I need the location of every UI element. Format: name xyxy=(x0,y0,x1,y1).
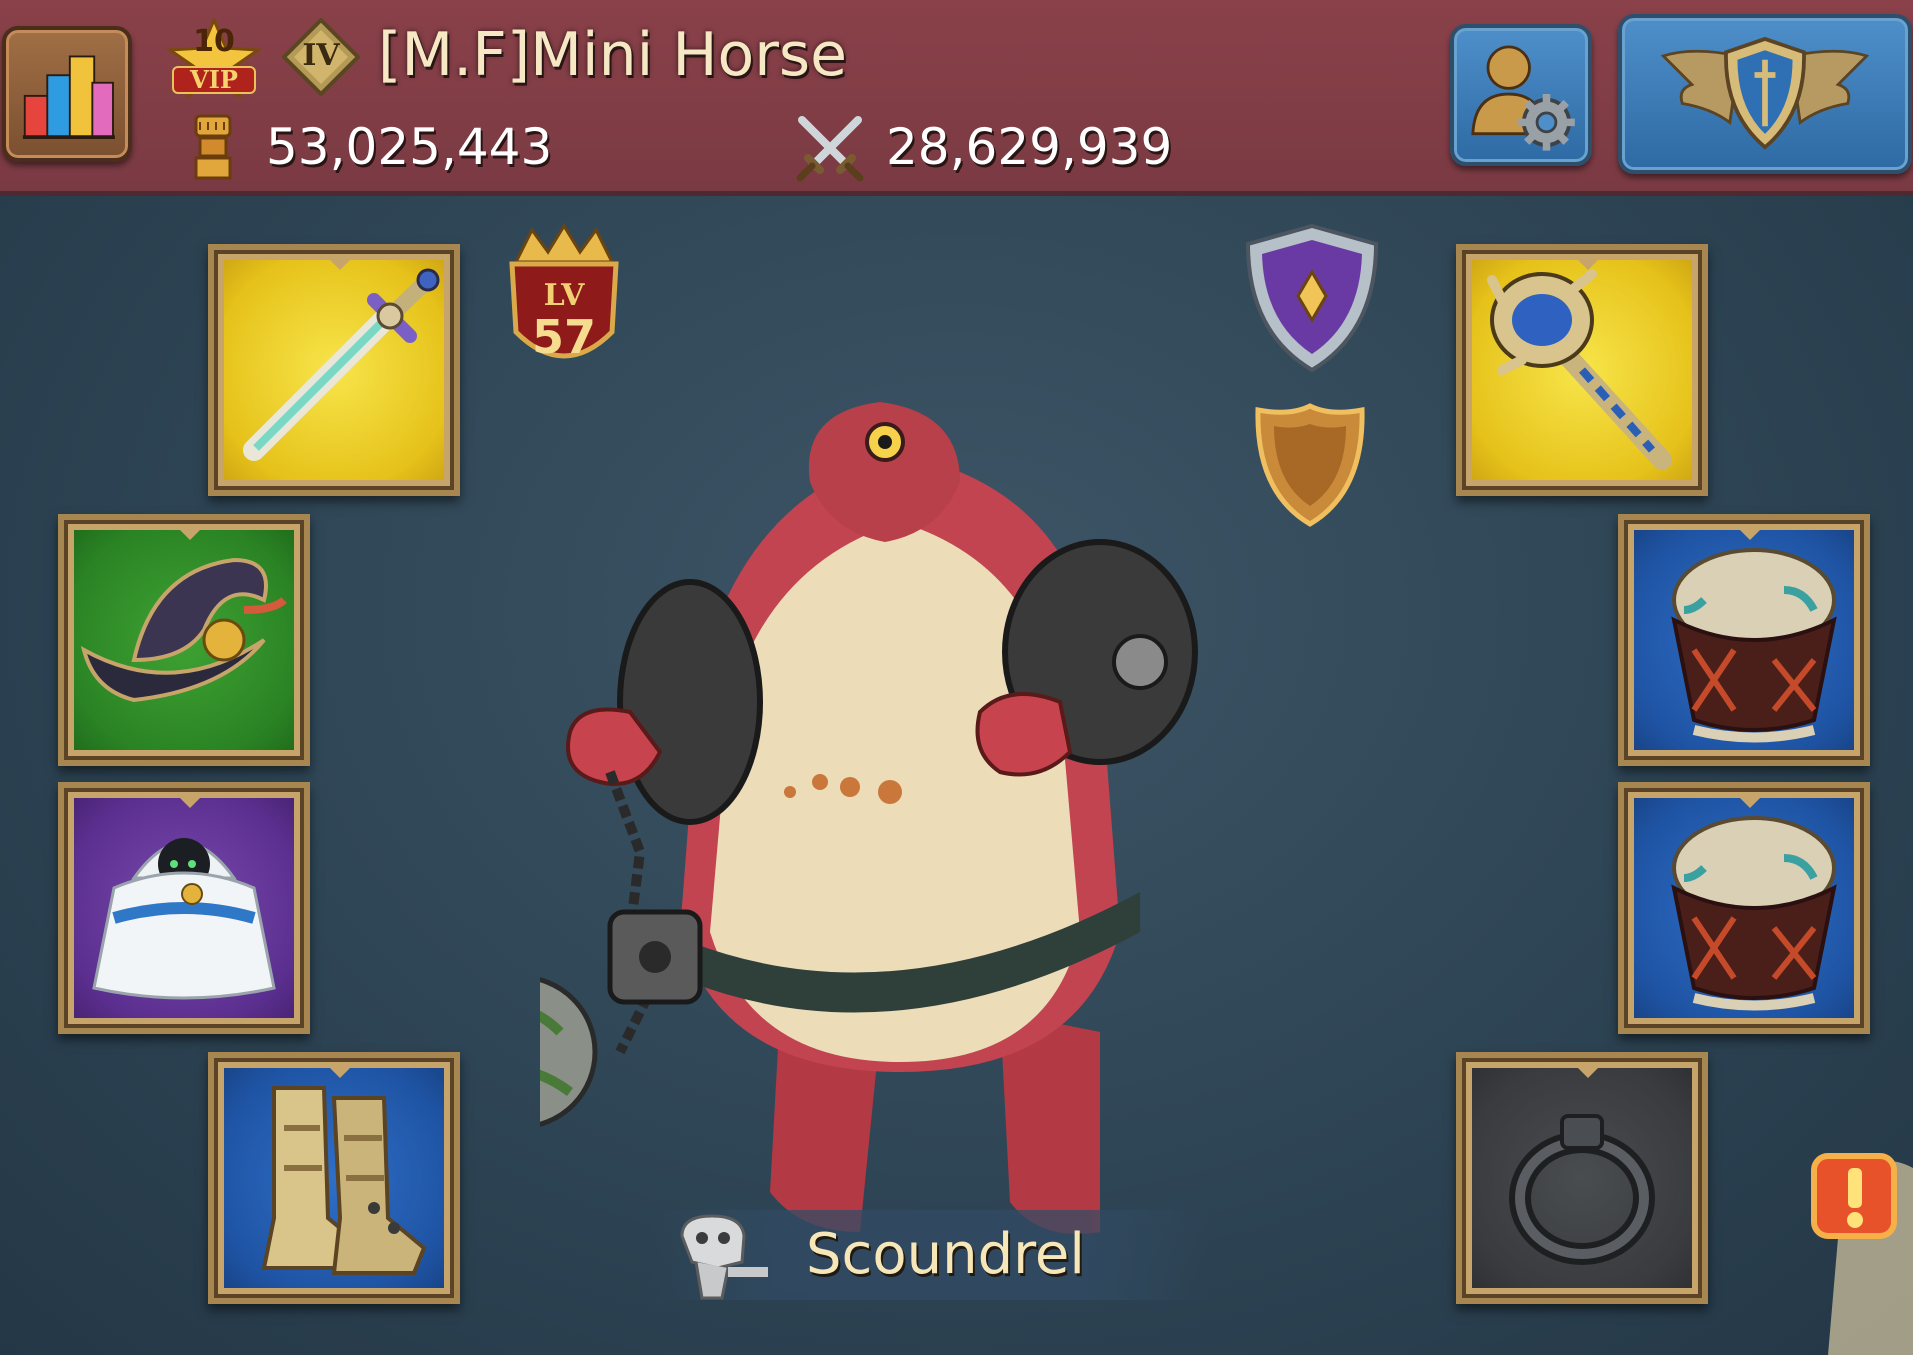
fist-icon xyxy=(194,114,232,180)
top-bar: 10 VIP IV [M.F]Mini Horse 53,025,443 28,… xyxy=(0,0,1913,196)
kills-value: 28,629,939 xyxy=(886,118,1173,176)
equip-slot-offhand[interactable] xyxy=(1456,244,1708,496)
skull-icon xyxy=(680,1214,768,1300)
equip-slot-accessory-2[interactable] xyxy=(1618,782,1870,1034)
mace-icon xyxy=(1487,269,1672,470)
guild-button[interactable] xyxy=(1618,14,1912,174)
equip-slot-chest[interactable] xyxy=(58,782,310,1034)
player-name: [M.F]Mini Horse xyxy=(378,20,848,90)
equip-slot-weapon[interactable] xyxy=(208,244,460,496)
equip-slot-boots[interactable] xyxy=(208,1052,460,1304)
boots-icon xyxy=(261,1086,427,1275)
hero-level-badge: LV 57 xyxy=(502,222,626,382)
witch-hat-icon xyxy=(80,557,287,703)
crossed-swords-icon xyxy=(796,116,864,182)
exclamation-icon[interactable] xyxy=(1808,1148,1913,1355)
winged-shield-icon xyxy=(1660,36,1870,150)
vip-label: VIP xyxy=(172,66,256,94)
purple-shield-icon[interactable] xyxy=(1242,222,1382,374)
hero-character[interactable] xyxy=(540,372,1300,1272)
stats-button[interactable] xyxy=(2,26,132,162)
war-drum-icon xyxy=(1671,548,1837,743)
rank-badge[interactable]: IV xyxy=(282,18,360,96)
equip-slot-accessory-1[interactable] xyxy=(1618,514,1870,766)
power-value: 53,025,443 xyxy=(266,118,553,176)
sword-icon xyxy=(243,268,440,461)
fur-cloak-icon xyxy=(92,838,276,1000)
vip-level: 10 xyxy=(193,24,235,59)
war-drum-icon xyxy=(1671,816,1837,1011)
equip-slot-ring[interactable] xyxy=(1456,1052,1708,1304)
rank-numeral: IV xyxy=(302,38,340,73)
vip-badge[interactable]: 10 VIP xyxy=(166,18,262,98)
level-number: 57 xyxy=(531,310,596,364)
hero-title: Scoundrel xyxy=(806,1222,1085,1287)
ring-icon xyxy=(1509,1114,1655,1265)
profile-settings-button[interactable] xyxy=(1450,24,1592,166)
bar-chart-icon xyxy=(22,55,115,140)
profile-settings-icon xyxy=(1471,45,1575,151)
level-prefix: LV xyxy=(543,278,585,313)
equip-slot-helmet[interactable] xyxy=(58,514,310,766)
hero-screen: 10 VIP IV [M.F]Mini Horse 53,025,443 28,… xyxy=(0,0,1913,1355)
